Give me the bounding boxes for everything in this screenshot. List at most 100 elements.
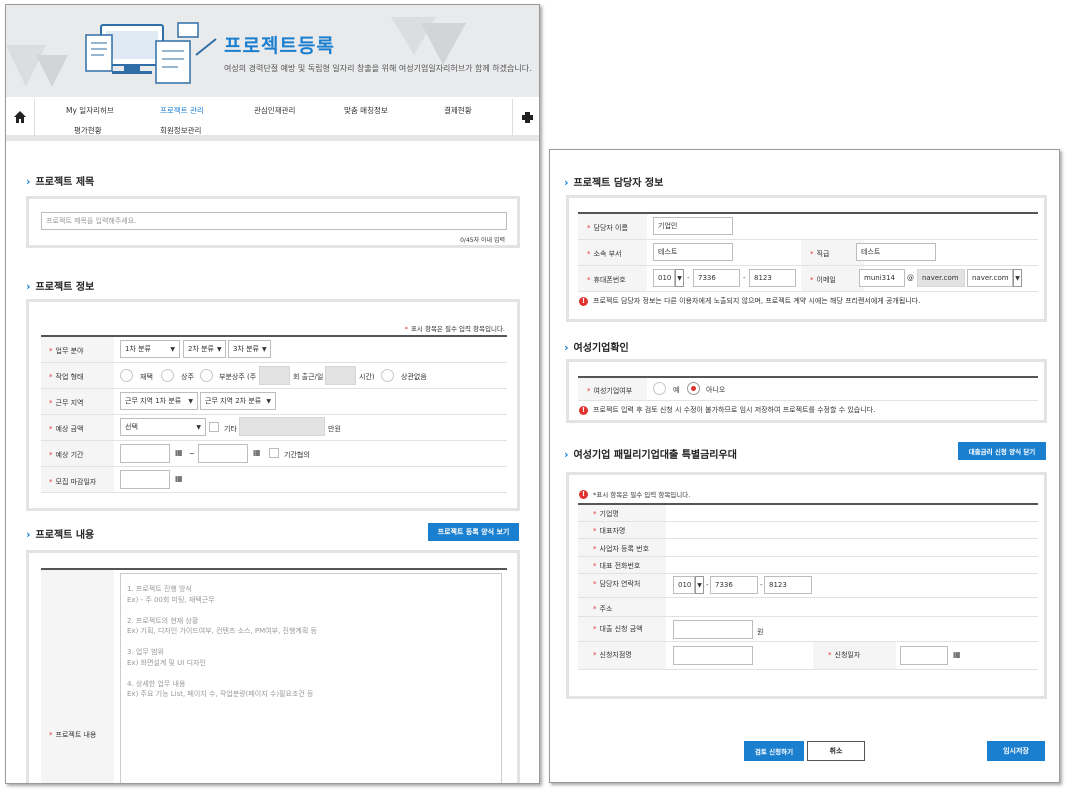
region-2-select[interactable]: 근무 지역 2차 분류 ▼ xyxy=(200,392,276,410)
region-1-select[interactable]: 근무 지역 1차 분류 ▼ xyxy=(120,392,198,410)
nav-item-member-info[interactable]: 회원정보관리 xyxy=(160,125,201,136)
work-type-any-label: 상관없음 xyxy=(401,373,427,381)
loan-amount-input[interactable] xyxy=(673,620,753,639)
close-loan-form-button[interactable]: 대출금리 신청 양식 닫기 xyxy=(958,442,1046,460)
chevron-right-icon: › xyxy=(26,175,31,188)
nav-item-my-hub[interactable]: My 일자리허브 xyxy=(66,105,114,116)
work-type-home-label: 재택 xyxy=(140,373,153,381)
apply-date-input[interactable] xyxy=(900,646,948,665)
nav-item-talent[interactable]: 관심인재관리 xyxy=(254,105,295,116)
partial-days-input[interactable] xyxy=(259,366,290,385)
email-domain-input[interactable]: naver.com xyxy=(917,269,965,287)
nav-divider xyxy=(34,99,35,137)
work-type-any-radio[interactable] xyxy=(381,369,394,382)
nav-divider xyxy=(512,99,513,137)
manager-phone-middle[interactable]: 7336 xyxy=(693,269,740,287)
row-divider xyxy=(578,669,1038,670)
business-number-label: * 사업자 등록 번호 xyxy=(593,545,650,553)
temp-save-button[interactable]: 임시저장 xyxy=(987,741,1045,761)
view-form-button[interactable]: 프로젝트 등록 양식 보기 xyxy=(428,523,519,541)
nav-item-evaluation[interactable]: 평가현황 xyxy=(74,125,102,136)
women-business-no-radio[interactable] xyxy=(687,382,700,395)
manager-dept-input[interactable]: 테스트 xyxy=(653,243,733,261)
loan-contact-label: * 담당자 연락처 xyxy=(593,580,641,588)
row-divider xyxy=(578,597,1038,598)
period-end-input[interactable] xyxy=(198,444,248,463)
table-top-line xyxy=(578,212,1038,214)
partial-hours-input[interactable] xyxy=(325,366,356,385)
period-label: * 예상 기간 xyxy=(49,451,84,459)
manager-dept-label: * 소속 부서 xyxy=(587,250,622,258)
nav-item-payment[interactable]: 결제현황 xyxy=(444,105,472,116)
row-divider xyxy=(578,616,1038,617)
field-label: * 업무 분야 xyxy=(49,347,84,355)
manager-name-input[interactable]: 기업인 xyxy=(653,217,733,235)
nav-item-matching[interactable]: 맞춤 매칭정보 xyxy=(344,105,388,116)
women-business-notice: ! 프로젝트 입력 후 검토 신청 시 수정이 불가하므로 임시 저장하여 프로젝… xyxy=(579,405,875,415)
email-id-input[interactable]: muni314 xyxy=(859,269,905,287)
chevron-right-icon: › xyxy=(564,176,569,189)
dash: - xyxy=(760,581,763,589)
row-divider xyxy=(41,492,507,493)
loan-phone-middle[interactable]: 7336 xyxy=(710,576,758,594)
manager-email-label: * 이메일 xyxy=(810,276,836,284)
women-business-yes-radio[interactable] xyxy=(653,382,666,395)
calendar-icon[interactable]: ▦ xyxy=(175,448,183,457)
women-business-box: * 여성기업여부 예 아니오 ! 프로젝트 입력 후 검토 신청 시 수정이 불가하… xyxy=(566,359,1047,423)
period-start-input[interactable] xyxy=(120,444,170,463)
row-divider xyxy=(578,521,1038,522)
calendar-icon[interactable]: ▦ xyxy=(253,448,261,457)
partial-days-unit: 회 출근/일 xyxy=(293,373,324,381)
amount-unit: 만원 xyxy=(328,425,341,433)
project-content-textarea[interactable]: 1. 프로젝트 진행 방식 Ex) - 주 00회 미팅, 재택근무 2. 프로… xyxy=(120,573,502,783)
project-register-window-left: 프로젝트등록 여성의 경력단절 예방 및 독립형 일자리 창출을 위해 여성기업… xyxy=(5,4,540,784)
field-category-3-select[interactable]: 3차 분류 ▼ xyxy=(228,340,271,358)
chevron-right-icon: › xyxy=(26,280,31,293)
period-negotiable-checkbox[interactable] xyxy=(269,448,279,458)
manager-phone-last[interactable]: 8123 xyxy=(749,269,796,287)
manager-phone-prefix[interactable]: 010 xyxy=(653,269,675,287)
manager-box: * 담당자 이름 기업인 * 소속 부서 테스트 * 직급 테스트 * 휴대폰번호 01… xyxy=(566,195,1047,322)
branch-input[interactable] xyxy=(673,646,753,665)
project-info-box: * 표시 항목은 필수 입력 항목입니다. * 업무 분야 1차 분류 ▼ 2차 분류… xyxy=(26,299,520,511)
cancel-button[interactable]: 취소 xyxy=(807,741,865,761)
deadline-input[interactable] xyxy=(120,470,170,489)
amount-select[interactable]: 선택 ▼ xyxy=(120,418,206,436)
calendar-icon[interactable]: ▦ xyxy=(953,650,961,659)
field-category-2-select[interactable]: 2차 분류 ▼ xyxy=(183,340,226,358)
loan-phone-prefix[interactable]: 010 xyxy=(673,576,695,594)
chevron-down-icon[interactable]: ▼ xyxy=(695,576,704,594)
page-subtitle: 여성의 경력단절 예방 및 독립형 일자리 창출을 위해 여성기업일자리허브가 … xyxy=(224,64,532,73)
work-type-home-radio[interactable] xyxy=(120,369,133,382)
dash: - xyxy=(687,274,690,282)
calendar-icon[interactable]: ▦ xyxy=(175,474,183,483)
nav-item-project-manage[interactable]: 프로젝트 관리 xyxy=(160,105,204,116)
loan-phone-last[interactable]: 8123 xyxy=(764,576,812,594)
period-negotiable-label: 기간협의 xyxy=(284,451,310,459)
chevron-down-icon[interactable]: ▼ xyxy=(1013,269,1022,287)
alert-icon: ! xyxy=(579,489,588,499)
loan-required-note: ! *표시 항목은 필수 입력 항목입니다. xyxy=(579,489,690,499)
manager-title-input[interactable]: 테스트 xyxy=(856,243,936,261)
deadline-label: * 모집 마감일자 xyxy=(49,478,97,486)
project-title-input[interactable]: 프로젝트 제목을 입력해주세요. xyxy=(41,212,507,230)
amount-etc-checkbox[interactable] xyxy=(209,422,219,432)
home-icon[interactable] xyxy=(14,111,26,123)
submit-review-button[interactable]: 검토 신청하기 xyxy=(744,741,804,761)
email-domain-select[interactable]: naver.com xyxy=(967,269,1013,287)
work-type-partial-radio[interactable] xyxy=(200,369,213,382)
work-type-onsite-radio[interactable] xyxy=(161,369,174,382)
main-navigation: My 일자리허브 프로젝트 관리 관심인재관리 맞춤 매칭정보 결제현황 평가현… xyxy=(6,97,539,141)
work-type-onsite-label: 상주 xyxy=(181,373,194,381)
manager-title-label: * 직급 xyxy=(810,250,830,258)
banner: 프로젝트등록 여성의 경력단절 예방 및 독립형 일자리 창출을 위해 여성기업… xyxy=(6,5,539,97)
project-content-label: * 프로젝트 내용 xyxy=(49,731,97,739)
field-category-1-select[interactable]: 1차 분류 ▼ xyxy=(120,340,180,358)
chevron-down-icon[interactable]: ▼ xyxy=(675,269,684,287)
print-icon[interactable] xyxy=(522,112,533,123)
project-content-box: * 프로젝트 내용 1. 프로젝트 진행 방식 Ex) - 주 00회 미팅, 재… xyxy=(26,550,520,783)
row-divider xyxy=(41,440,507,441)
period-tilde: ~ xyxy=(189,450,195,458)
amount-etc-input[interactable] xyxy=(239,417,325,436)
row-divider xyxy=(41,388,507,389)
